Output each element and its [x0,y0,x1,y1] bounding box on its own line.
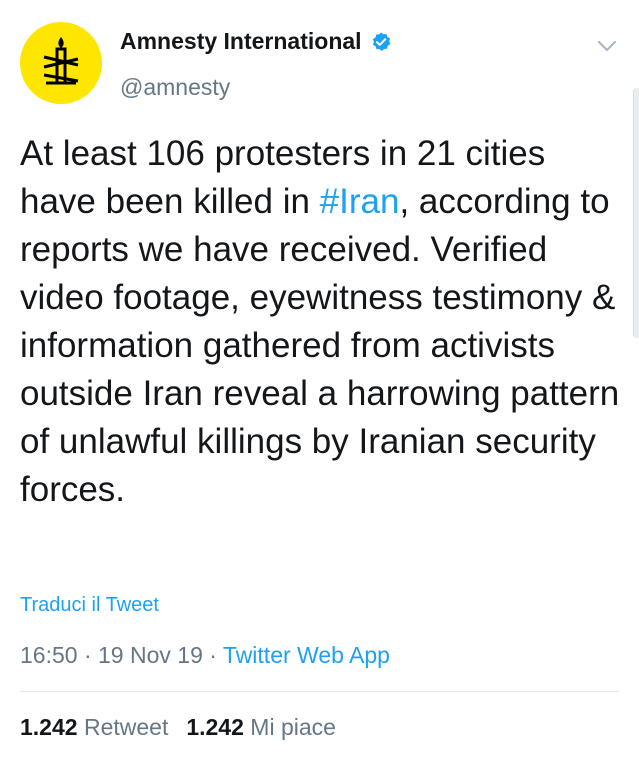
tweet-text-part2: , according to reports we have received.… [20,182,620,509]
author-handle[interactable]: @amnesty [120,74,230,101]
tweet-source-link[interactable]: Twitter Web App [223,642,390,668]
likes-stat[interactable]: 1.242 Mi piace [186,714,336,740]
author-display-name[interactable]: Amnesty International [120,28,362,55]
retweets-count: 1.242 [20,714,78,740]
amnesty-candle-logo-icon [43,37,79,85]
likes-count: 1.242 [186,714,244,740]
tweet-date[interactable]: 19 Nov 19 [98,642,203,668]
verified-badge-icon [370,31,392,53]
tweet-meta: 16:50 · 19 Nov 19 · Twitter Web App [20,642,390,669]
retweets-stat[interactable]: 1.242 Retweet [20,714,168,740]
retweets-label: Retweet [83,714,169,740]
tweet-stats: 1.242 Retweet 1.242 Mi piace [20,714,336,741]
hashtag-link[interactable]: #Iran [320,182,400,221]
chevron-down-icon[interactable] [596,38,618,54]
scrollbar[interactable] [633,88,639,338]
tweet-time[interactable]: 16:50 [20,642,78,668]
likes-label: Mi piace [250,714,336,740]
divider [20,691,619,692]
tweet-text: At least 106 protesters in 21 cities hav… [20,130,620,514]
author-name-row[interactable]: Amnesty International [120,28,392,55]
meta-separator: · [209,642,217,668]
translate-tweet-link[interactable]: Traduci il Tweet [20,594,159,617]
meta-separator: · [83,642,92,668]
avatar[interactable] [20,22,102,104]
